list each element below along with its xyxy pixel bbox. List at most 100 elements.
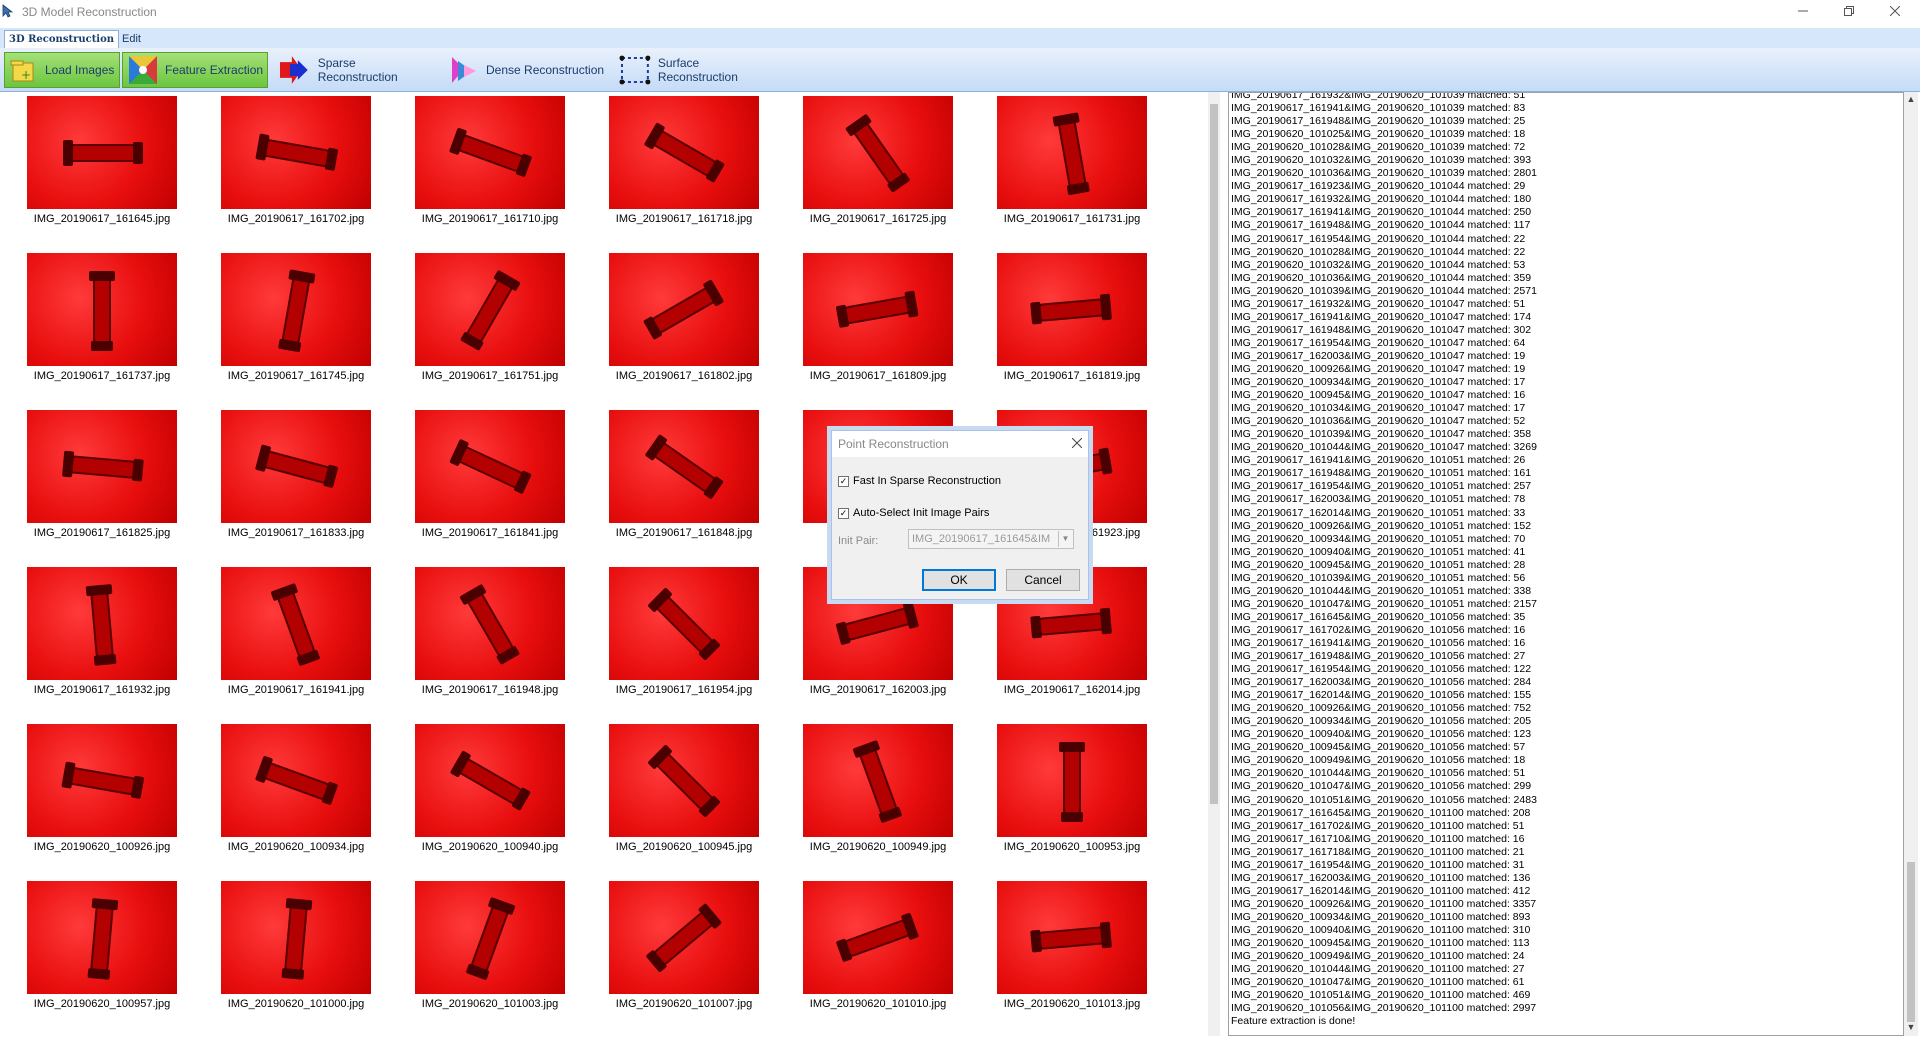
log-line: Feature extraction is done! [1231, 1015, 1356, 1028]
image-thumbnail[interactable]: IMG_20190617_161841.jpg [415, 410, 565, 539]
thumbnail-image[interactable] [997, 253, 1147, 366]
image-thumbnail[interactable]: IMG_20190620_101003.jpg [415, 881, 565, 1010]
thumbnail-image[interactable] [803, 253, 953, 366]
tab-edit[interactable]: Edit [118, 30, 145, 48]
thumbnail-filename: IMG_20190620_100940.jpg [421, 841, 559, 853]
image-thumbnail[interactable]: IMG_20190620_100945.jpg [609, 724, 759, 853]
thumbnail-image[interactable] [803, 881, 953, 994]
thumbnail-image[interactable] [803, 724, 953, 837]
log-line: IMG_20190617_161948&IMG_20190620_101047 … [1231, 323, 1532, 336]
image-thumbnail[interactable]: IMG_20190617_161848.jpg [609, 410, 759, 539]
feature-extraction-button[interactable]: Feature Extraction [122, 52, 268, 88]
image-thumbnail[interactable]: IMG_20190617_161802.jpg [609, 253, 759, 382]
tab-3d-reconstruction[interactable]: 3D Reconstruction [4, 30, 120, 48]
image-thumbnail[interactable]: IMG_20190617_161710.jpg [415, 96, 565, 225]
auto-select-pairs-checkbox[interactable]: ✓ Auto-Select Init Image Pairs [838, 507, 989, 519]
gallery-scrollbar[interactable] [1208, 92, 1220, 1036]
image-thumbnail[interactable]: IMG_20190617_161932.jpg [27, 567, 177, 696]
image-thumbnail[interactable]: IMG_20190617_161702.jpg [221, 96, 371, 225]
fast-sparse-checkbox[interactable]: ✓ Fast In Sparse Reconstruction [838, 475, 1001, 487]
thumbnail-image[interactable] [609, 881, 759, 994]
thumbnail-image[interactable] [221, 567, 371, 680]
init-pair-select[interactable]: IMG_20190617_161645&IM ▼ [908, 529, 1074, 549]
feature-extraction-icon [129, 56, 157, 84]
cancel-button[interactable]: Cancel [1006, 569, 1080, 591]
thumbnail-image[interactable] [609, 253, 759, 366]
image-thumbnail[interactable]: IMG_20190617_161745.jpg [221, 253, 371, 382]
thumbnail-image[interactable] [221, 96, 371, 209]
image-thumbnail[interactable]: IMG_20190617_161809.jpg [803, 253, 953, 382]
thumbnail-image[interactable] [221, 253, 371, 366]
thumbnail-image[interactable] [609, 410, 759, 523]
image-thumbnail[interactable]: IMG_20190620_101010.jpg [803, 881, 953, 1010]
thumbnail-image[interactable] [27, 96, 177, 209]
thumbnail-image[interactable] [415, 881, 565, 994]
thumbnail-image[interactable] [221, 724, 371, 837]
thumbnail-image[interactable] [27, 881, 177, 994]
log-line: IMG_20190620_101056&IMG_20190620_101100 … [1231, 1002, 1537, 1015]
thumbnail-image[interactable] [27, 410, 177, 523]
close-icon[interactable] [1872, 0, 1918, 22]
image-thumbnail[interactable]: IMG_20190617_161645.jpg [27, 96, 177, 225]
image-thumbnail[interactable]: IMG_20190617_161737.jpg [27, 253, 177, 382]
image-thumbnail[interactable]: IMG_20190620_100926.jpg [27, 724, 177, 853]
surface-reconstruction-button[interactable]: Surface Reconstruction [614, 52, 782, 88]
image-thumbnail[interactable]: IMG_20190617_161941.jpg [221, 567, 371, 696]
thumbnail-image[interactable] [221, 410, 371, 523]
car-model-shape [469, 901, 511, 974]
thumbnail-image[interactable] [415, 724, 565, 837]
dialog-close-icon[interactable] [1071, 435, 1083, 451]
image-thumbnail[interactable]: IMG_20190620_101000.jpg [221, 881, 371, 1010]
image-thumbnail[interactable]: IMG_20190620_101007.jpg [609, 881, 759, 1010]
thumbnail-image[interactable] [997, 724, 1147, 837]
thumbnail-image[interactable] [803, 96, 953, 209]
image-thumbnail[interactable]: IMG_20190620_100940.jpg [415, 724, 565, 853]
image-thumbnail[interactable]: IMG_20190620_100934.jpg [221, 724, 371, 853]
image-thumbnail[interactable]: IMG_20190617_161751.jpg [415, 253, 565, 382]
thumbnail-filename: IMG_20190617_161841.jpg [421, 527, 559, 539]
image-thumbnail[interactable]: IMG_20190620_100953.jpg [997, 724, 1147, 853]
thumbnail-image[interactable] [997, 96, 1147, 209]
scroll-up-icon[interactable]: ▲ [1904, 94, 1918, 106]
gallery-scrollbar-thumb[interactable] [1210, 104, 1218, 804]
thumbnail-image[interactable] [415, 253, 565, 366]
log-line: IMG_20190617_161941&IMG_20190620_101044 … [1231, 206, 1532, 219]
image-thumbnail[interactable]: IMG_20190617_161948.jpg [415, 567, 565, 696]
scroll-down-icon[interactable]: ▼ [1904, 1022, 1918, 1034]
image-thumbnail[interactable]: IMG_20190617_161825.jpg [27, 410, 177, 539]
log-scrollbar-thumb[interactable] [1907, 862, 1915, 1022]
thumbnail-image[interactable] [221, 881, 371, 994]
ok-button[interactable]: OK [922, 569, 996, 591]
image-thumbnail[interactable]: IMG_20190617_161954.jpg [609, 567, 759, 696]
log-scrollbar[interactable]: ▲ ▼ [1904, 92, 1918, 1036]
load-images-button[interactable]: + Load Images [4, 52, 120, 88]
thumbnail-image[interactable] [415, 567, 565, 680]
image-thumbnail[interactable]: IMG_20190617_161725.jpg [803, 96, 953, 225]
thumbnail-image[interactable] [609, 567, 759, 680]
thumbnail-image[interactable] [27, 567, 177, 680]
thumbnail-image[interactable] [997, 881, 1147, 994]
log-line: IMG_20190620_101044&IMG_20190620_101056 … [1231, 767, 1526, 780]
thumbnail-image[interactable] [609, 724, 759, 837]
image-thumbnail[interactable]: IMG_20190617_161819.jpg [997, 253, 1147, 382]
chevron-down-icon[interactable]: ▼ [1058, 531, 1072, 547]
image-thumbnail[interactable]: IMG_20190620_100957.jpg [27, 881, 177, 1010]
minimize-icon[interactable] [1780, 0, 1826, 22]
log-line: IMG_20190617_162003&IMG_20190620_101051 … [1231, 493, 1526, 506]
image-thumbnail[interactable]: IMG_20190617_161718.jpg [609, 96, 759, 225]
log-line: IMG_20190620_101028&IMG_20190620_101044 … [1231, 245, 1526, 258]
restore-icon[interactable] [1826, 0, 1872, 22]
image-thumbnail[interactable]: IMG_20190620_101013.jpg [997, 881, 1147, 1010]
thumbnail-image[interactable] [27, 253, 177, 366]
image-thumbnail[interactable]: IMG_20190617_161833.jpg [221, 410, 371, 539]
thumbnail-image[interactable] [415, 96, 565, 209]
sparse-reconstruction-button[interactable]: Sparse Reconstruction [274, 52, 438, 88]
image-thumbnail[interactable]: IMG_20190617_161731.jpg [997, 96, 1147, 225]
thumbnail-image[interactable] [415, 410, 565, 523]
thumbnail-image[interactable] [609, 96, 759, 209]
thumbnail-image[interactable] [27, 724, 177, 837]
image-thumbnail[interactable]: IMG_20190620_100949.jpg [803, 724, 953, 853]
thumbnail-filename: IMG_20190620_101000.jpg [227, 998, 365, 1010]
dense-reconstruction-button[interactable]: Dense Reconstruction [446, 52, 606, 88]
app-icon [2, 4, 14, 18]
